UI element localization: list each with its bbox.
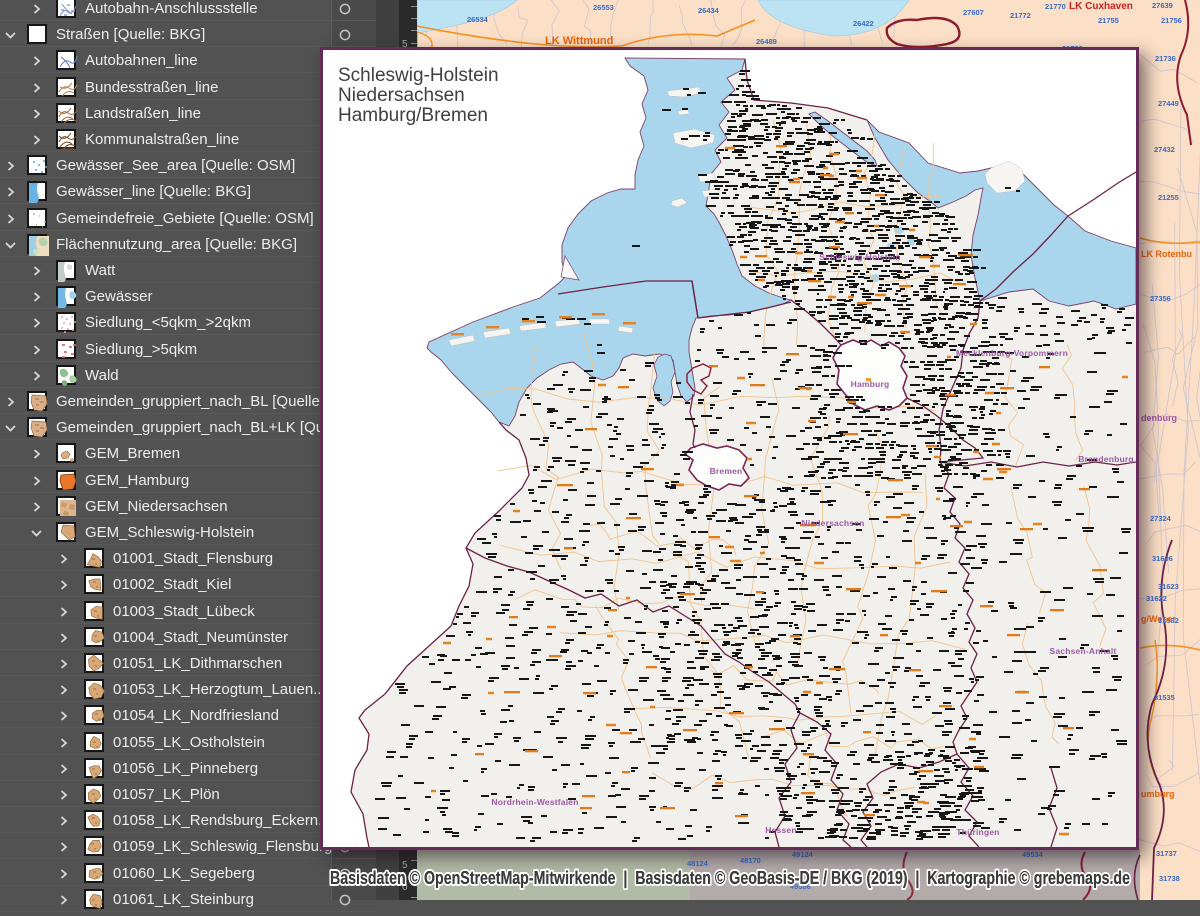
svg-text:21756: 21756 xyxy=(1161,16,1182,25)
svg-text:LK Rotenbu: LK Rotenbu xyxy=(1141,249,1192,259)
svg-text:31623: 31623 xyxy=(1158,582,1179,591)
svg-text:Mecklenburg-Vorpommern: Mecklenburg-Vorpommern xyxy=(956,348,1068,358)
svg-text:26422: 26422 xyxy=(853,19,874,28)
svg-text:21772: 21772 xyxy=(1010,11,1031,20)
svg-text:31737: 31737 xyxy=(1156,849,1177,858)
svg-text:27639: 27639 xyxy=(1152,1,1173,10)
svg-text:Basisdaten © OpenStreetMap-Mit: Basisdaten © OpenStreetMap-Mitwirkende |… xyxy=(330,867,1130,888)
svg-text:Sachsen-Anhalt: Sachsen-Anhalt xyxy=(1049,646,1116,656)
svg-text:31535: 31535 xyxy=(1154,693,1175,702)
svg-text:26489: 26489 xyxy=(756,37,777,46)
svg-text:27432: 27432 xyxy=(1154,145,1175,154)
svg-text:27607: 27607 xyxy=(963,8,984,17)
svg-text:umburg: umburg xyxy=(1141,789,1175,799)
svg-text:LK Cuxhaven: LK Cuxhaven xyxy=(1069,1,1133,12)
svg-text:Thüringen: Thüringen xyxy=(956,827,999,837)
svg-text:Hamburg: Hamburg xyxy=(851,379,890,389)
svg-text:21255: 21255 xyxy=(1158,193,1179,202)
svg-text:31606: 31606 xyxy=(1152,554,1173,563)
svg-text:27449: 27449 xyxy=(1158,99,1179,108)
svg-text:g/Weser: g/Weser xyxy=(1141,614,1176,624)
svg-text:49534: 49534 xyxy=(1022,850,1044,859)
svg-text:Schleswig-Holstein: Schleswig-Holstein xyxy=(819,252,901,262)
svg-text:21770: 21770 xyxy=(1045,2,1066,11)
svg-text:LK Wittmund: LK Wittmund xyxy=(545,35,613,47)
svg-text:31622: 31622 xyxy=(1146,594,1167,603)
svg-text:26553: 26553 xyxy=(593,3,614,12)
svg-text:26434: 26434 xyxy=(698,6,720,15)
svg-text:Bremen: Bremen xyxy=(710,466,743,476)
svg-text:21736: 21736 xyxy=(1155,54,1176,63)
svg-text:27324: 27324 xyxy=(1150,514,1172,523)
svg-text:49124: 49124 xyxy=(792,850,814,859)
svg-text:Niedersachsen: Niedersachsen xyxy=(801,518,864,528)
svg-text:27356: 27356 xyxy=(1150,294,1171,303)
svg-text:Brandenburg: Brandenburg xyxy=(1078,454,1134,464)
svg-text:31738: 31738 xyxy=(1159,874,1180,883)
svg-text:Nordrhein-Westfalen: Nordrhein-Westfalen xyxy=(491,797,578,807)
svg-text:denburg: denburg xyxy=(1141,413,1177,423)
svg-text:26534: 26534 xyxy=(467,15,489,24)
svg-text:21755: 21755 xyxy=(1098,16,1119,25)
svg-text:Hessen: Hessen xyxy=(765,825,796,835)
